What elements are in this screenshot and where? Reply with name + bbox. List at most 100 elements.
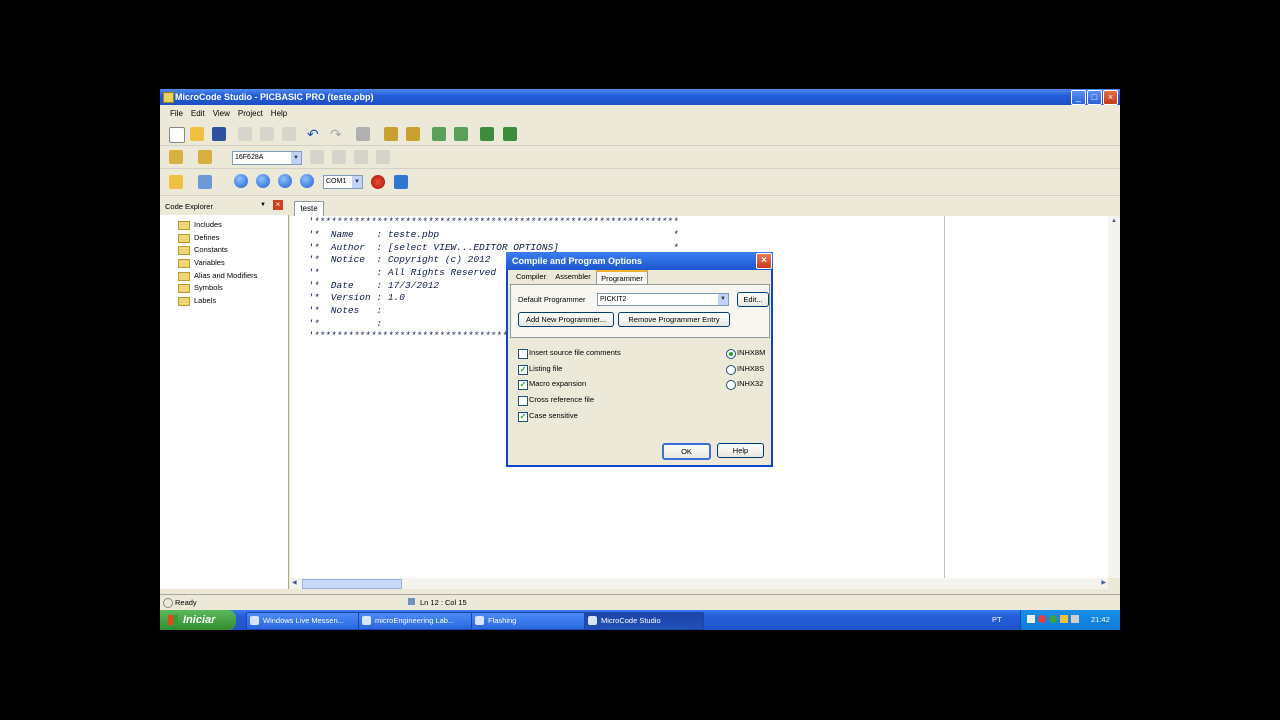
program-icon[interactable] xyxy=(332,150,346,164)
default-programmer-value: PICKIT2 xyxy=(600,296,627,303)
remove-programmer-button[interactable]: Remove Programmer Entry xyxy=(618,312,730,327)
tab-assembler[interactable]: Assembler xyxy=(552,270,594,284)
minimize-button[interactable]: _ xyxy=(1071,90,1086,105)
load-icon[interactable] xyxy=(198,175,212,189)
port-select[interactable]: COM1 ▼ xyxy=(323,175,363,189)
verify-icon[interactable] xyxy=(376,150,390,164)
taskbar-item-messenger[interactable]: Windows Live Messen... xyxy=(246,612,366,630)
language-indicator[interactable]: PT xyxy=(992,615,1002,624)
save-icon[interactable] xyxy=(212,127,226,141)
antivirus-icon[interactable] xyxy=(1038,615,1046,623)
insert-comments-checkbox[interactable] xyxy=(518,349,528,359)
tree-item-labels[interactable]: Labels xyxy=(178,295,216,307)
step-icon[interactable] xyxy=(300,174,314,188)
maximize-button[interactable]: □ xyxy=(1087,90,1102,105)
new-file-icon[interactable] xyxy=(169,127,185,143)
tree-item-constants[interactable]: Constants xyxy=(178,244,228,256)
undo-icon[interactable]: ↶ xyxy=(307,127,321,141)
add-programmer-button[interactable]: Add New Programmer... xyxy=(518,312,614,327)
case-sensitive-checkbox[interactable]: ✓ xyxy=(518,412,528,422)
windows-logo-icon xyxy=(168,615,178,625)
serial-communicator-icon[interactable] xyxy=(394,175,408,189)
default-programmer-select[interactable]: PICKIT2 ▼ xyxy=(597,293,729,306)
tree-item-defines[interactable]: Defines xyxy=(178,232,219,244)
compile-program-options-dialog: Compile and Program Options × Compiler A… xyxy=(506,252,773,467)
find-icon[interactable] xyxy=(384,127,398,141)
scroll-left-icon[interactable]: ◀ xyxy=(292,579,297,586)
tree-item-symbols[interactable]: Symbols xyxy=(178,282,223,294)
tree-item-label: Symbols xyxy=(194,283,223,292)
paste-icon[interactable] xyxy=(282,127,296,141)
volume-icon[interactable] xyxy=(1071,615,1079,623)
taskbar-item-microcode[interactable]: MicroCode Studio xyxy=(584,612,704,630)
app-icon xyxy=(163,92,174,103)
tree-item-variables[interactable]: Variables xyxy=(178,257,225,269)
tree-item-label: Variables xyxy=(194,258,225,267)
stop-icon[interactable] xyxy=(256,174,270,188)
app-icon xyxy=(588,616,597,625)
right-margin-line xyxy=(944,216,945,578)
pause-icon[interactable] xyxy=(278,174,292,188)
chevron-down-icon[interactable]: ▼ xyxy=(260,202,266,208)
erase-icon[interactable] xyxy=(354,150,368,164)
ok-button[interactable]: OK xyxy=(662,443,711,460)
find-replace-icon[interactable] xyxy=(406,127,420,141)
inhx8m-radio[interactable] xyxy=(726,349,736,359)
device-select[interactable]: 16F628A ▼ xyxy=(232,151,302,165)
ice-icon[interactable] xyxy=(371,175,385,189)
cursor-position-icon xyxy=(408,598,415,605)
tab-teste[interactable]: teste xyxy=(294,201,324,216)
horizontal-scroll-thumb[interactable] xyxy=(302,579,402,589)
tree-item-includes[interactable]: Includes xyxy=(178,219,222,231)
start-button[interactable]: Iniciar xyxy=(160,610,236,630)
compile-icon[interactable] xyxy=(169,150,183,164)
tray-icon[interactable] xyxy=(1027,615,1035,623)
edit-programmer-button[interactable]: Edit... xyxy=(737,292,769,307)
open-folder-icon[interactable] xyxy=(190,127,204,141)
default-programmer-label: Default Programmer xyxy=(518,295,586,304)
horizontal-scrollbar[interactable]: ◀ ▶ xyxy=(290,578,1108,589)
close-icon[interactable]: × xyxy=(273,200,283,210)
open-project-icon[interactable] xyxy=(169,175,183,189)
uncomment-icon[interactable] xyxy=(503,127,517,141)
compile-program-icon[interactable] xyxy=(198,150,212,164)
messenger-tray-icon[interactable] xyxy=(1049,615,1057,623)
comment-icon[interactable] xyxy=(480,127,494,141)
outdent-icon[interactable] xyxy=(454,127,468,141)
redo-icon[interactable]: ↷ xyxy=(330,127,344,141)
messenger-icon xyxy=(250,616,259,625)
vertical-scrollbar[interactable]: ▲ xyxy=(1108,216,1120,578)
tree-item-alias[interactable]: Alias and Modifiers xyxy=(178,270,257,282)
taskbar-item-browser[interactable]: microEngineering Lab... xyxy=(358,612,478,630)
print-icon[interactable] xyxy=(356,127,370,141)
menu-edit[interactable]: Edit xyxy=(187,106,209,118)
scroll-right-icon[interactable]: ▶ xyxy=(1101,579,1106,586)
dialog-title-bar[interactable]: Compile and Program Options × xyxy=(506,252,773,270)
check-icon[interactable] xyxy=(310,150,324,164)
tab-compiler[interactable]: Compiler xyxy=(512,270,550,284)
window-title-bar[interactable]: MicroCode Studio - PICBASIC PRO (teste.p… xyxy=(160,89,1120,105)
network-icon[interactable] xyxy=(1060,615,1068,623)
run-icon[interactable] xyxy=(234,174,248,188)
dialog-close-button[interactable]: × xyxy=(756,253,772,269)
inhx32-radio[interactable] xyxy=(726,380,736,390)
taskbar-item-flashing[interactable]: Flashing xyxy=(471,612,591,630)
macro-expansion-checkbox[interactable]: ✓ xyxy=(518,380,528,390)
help-button[interactable]: Help xyxy=(717,443,764,458)
copy-icon[interactable] xyxy=(260,127,274,141)
menu-view[interactable]: View xyxy=(209,106,234,118)
menu-project[interactable]: Project xyxy=(234,106,267,118)
cut-icon[interactable] xyxy=(238,127,252,141)
listing-file-checkbox[interactable]: ✓ xyxy=(518,365,528,375)
indent-icon[interactable] xyxy=(432,127,446,141)
tree-item-label: Constants xyxy=(194,245,228,254)
editor-tabs: teste xyxy=(290,199,1120,216)
code-explorer-header: Code Explorer ▼ × xyxy=(160,199,288,213)
menu-help[interactable]: Help xyxy=(267,106,291,118)
cross-reference-checkbox[interactable] xyxy=(518,396,528,406)
scroll-up-icon[interactable]: ▲ xyxy=(1111,218,1117,224)
inhx8s-radio[interactable] xyxy=(726,365,736,375)
insert-comments-label: Insert source file comments xyxy=(529,348,621,357)
menu-file[interactable]: File xyxy=(166,106,187,118)
close-button[interactable]: × xyxy=(1103,90,1118,105)
